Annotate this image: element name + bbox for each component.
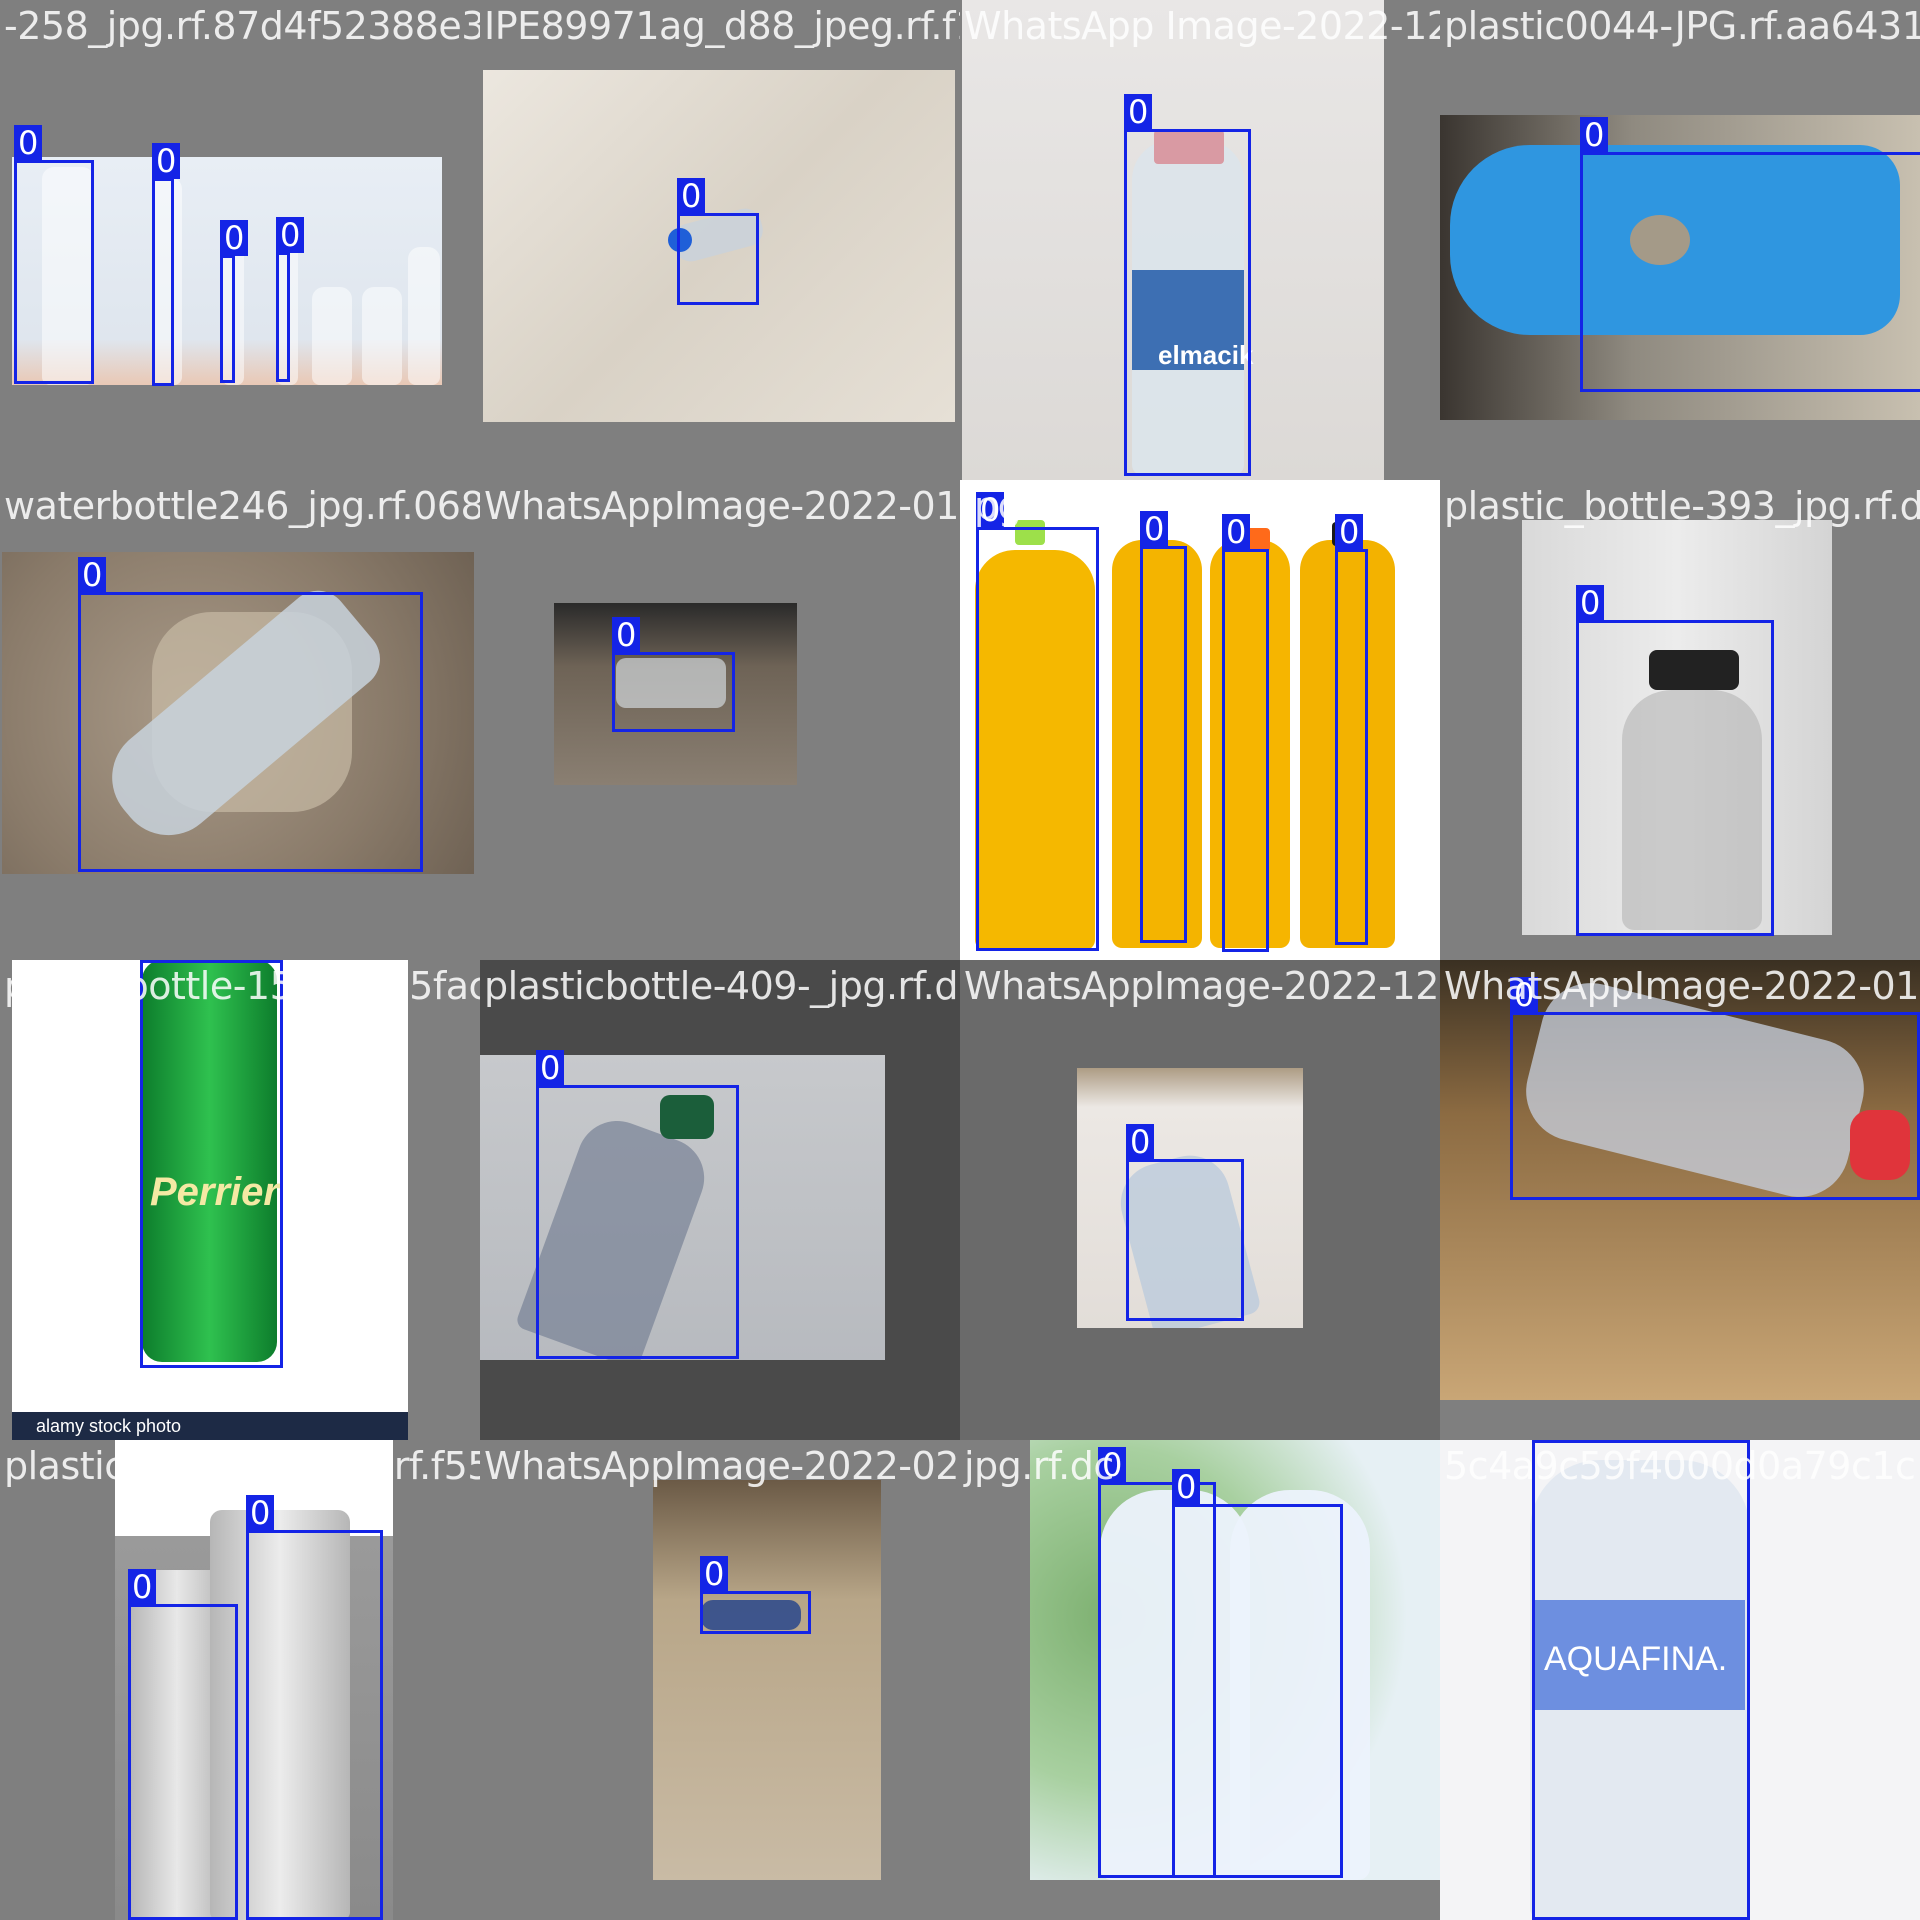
detection-box: 0	[1126, 1124, 1244, 1321]
mosaic-tile-16: AQUAFINA. 0 5c4a9c59f4000d0a79c1c	[1440, 1440, 1920, 1920]
detection-box: 0	[1576, 585, 1774, 936]
mosaic-tile-4: 0 plastic0044-JPG.rf.aa6431b	[1440, 0, 1920, 480]
mosaic-tile-14: 0 WhatsAppImage-2022-02-12786ja5-a4dd342…	[480, 1440, 960, 1920]
mosaic-tile-12: 0 WhatsAppImage-2022-01-2	[1440, 960, 1920, 1440]
detection-box: 0	[1222, 514, 1269, 952]
class-label: 0	[276, 217, 305, 253]
class-label: 0	[152, 143, 181, 179]
detection-box: 0	[1580, 117, 1920, 392]
detection-box: 0	[246, 1495, 383, 1920]
image-filename: waterbottle246_jpg.rf.068cf837cafa564978	[4, 484, 480, 528]
class-label: 0	[1580, 117, 1609, 153]
detection-box: 0	[152, 143, 181, 386]
detection-box: 0	[14, 125, 94, 384]
mosaic-tile-9: Perrier alamy stock photo 0 plasticbottl…	[0, 960, 480, 1440]
detection-box: 0	[1124, 94, 1251, 476]
detection-box: 0	[78, 557, 423, 872]
image-filename: -258_jpg.rf.87d4f52388e310cbe399fac3583	[4, 4, 480, 48]
alamy-watermark: alamy stock photo	[36, 1416, 182, 1436]
mosaic-tile-15: 0 0 jpg.rf.dc	[960, 1440, 1440, 1920]
class-label: 0	[677, 178, 706, 214]
class-label: 0	[1532, 1440, 1561, 1443]
class-label: 0	[1124, 94, 1153, 130]
mosaic-tile-2: 0 IPE89971ag_d88_jpeg.rf.f1a0	[480, 0, 960, 480]
class-label: 0	[1576, 585, 1605, 621]
class-label: 0	[1335, 514, 1364, 550]
mosaic-tile-1: 0 0 0 0 -258_jpg.rf.87d4f52388e310cbe399…	[0, 0, 480, 480]
detection-box: 0	[276, 217, 305, 382]
class-label: 0	[1140, 511, 1169, 547]
mosaic-tile-7: 0 0 0 0 jpg.rf.a2	[960, 480, 1440, 960]
photo-bottle-on-carpet	[653, 1480, 881, 1880]
detection-box: 0	[1335, 514, 1368, 945]
class-label: 0	[1510, 977, 1539, 1013]
detection-box: 0	[700, 1556, 811, 1634]
detection-box: 0	[140, 960, 283, 1368]
mosaic-tile-6: 0 WhatsAppImage-2022-01-23-at-1a-2-46-5d…	[480, 480, 960, 960]
class-label: 0	[1222, 514, 1251, 550]
class-label: 0	[976, 492, 1005, 528]
class-label: 0	[78, 557, 107, 593]
detection-box: 0	[1140, 511, 1187, 943]
class-label: 0	[1172, 1469, 1201, 1505]
class-label: 0	[141, 960, 170, 963]
mosaic-tile-13: 0 0 plasticbottle-18-_jpg.rf.f55c4b6a3a1…	[0, 1440, 480, 1920]
class-label: 0	[14, 125, 43, 161]
mosaic-tile-11: 0 WhatsAppImage-2022-12-24-at-39-57-59	[960, 960, 1440, 1440]
class-label: 0	[246, 1495, 275, 1531]
detection-box: 0	[1510, 977, 1920, 1200]
image-filename: WhatsAppImage-2022-01-23-at-1a-2-46-5d7f…	[484, 484, 960, 528]
image-filename: WhatsAppImage-2022-12-24-at-39-57-59	[964, 964, 1440, 1008]
class-label: 0	[1098, 1447, 1127, 1483]
class-label: 0	[220, 220, 249, 256]
detection-box: 0	[220, 220, 249, 383]
image-filename: plastic0044-JPG.rf.aa6431b	[1444, 4, 1920, 48]
class-label: 0	[128, 1569, 157, 1605]
image-filename: IPE89971ag_d88_jpeg.rf.f1a0	[484, 4, 960, 48]
detection-box: 0	[128, 1569, 238, 1920]
class-label: 0	[1126, 1124, 1155, 1160]
class-label: 0	[700, 1556, 729, 1592]
detection-box: 0	[976, 492, 1099, 951]
mosaic-tile-10: 0 plasticbottle-409-_jpg.rf.db1b84a2245c…	[480, 960, 960, 1440]
mosaic-tile-5: 0 waterbottle246_jpg.rf.068cf837cafa5649…	[0, 480, 480, 960]
mosaic-tile-8: 0 plastic_bottle-393_jpg.rf.d22	[1440, 480, 1920, 960]
detection-box: 0	[677, 178, 759, 305]
mosaic-tile-3: elmacik 0 WhatsApp Image-2022-12-24-at-0…	[960, 0, 1440, 480]
detection-box: 0	[1172, 1469, 1343, 1878]
detection-box: 0	[536, 1050, 739, 1359]
class-label: 0	[536, 1050, 565, 1086]
image-filename: plasticbottle-409-_jpg.rf.db1b84a2245c48	[484, 964, 960, 1008]
class-label: 0	[612, 617, 641, 653]
detection-box: 0	[1532, 1440, 1750, 1920]
detection-box: 0	[612, 617, 735, 732]
